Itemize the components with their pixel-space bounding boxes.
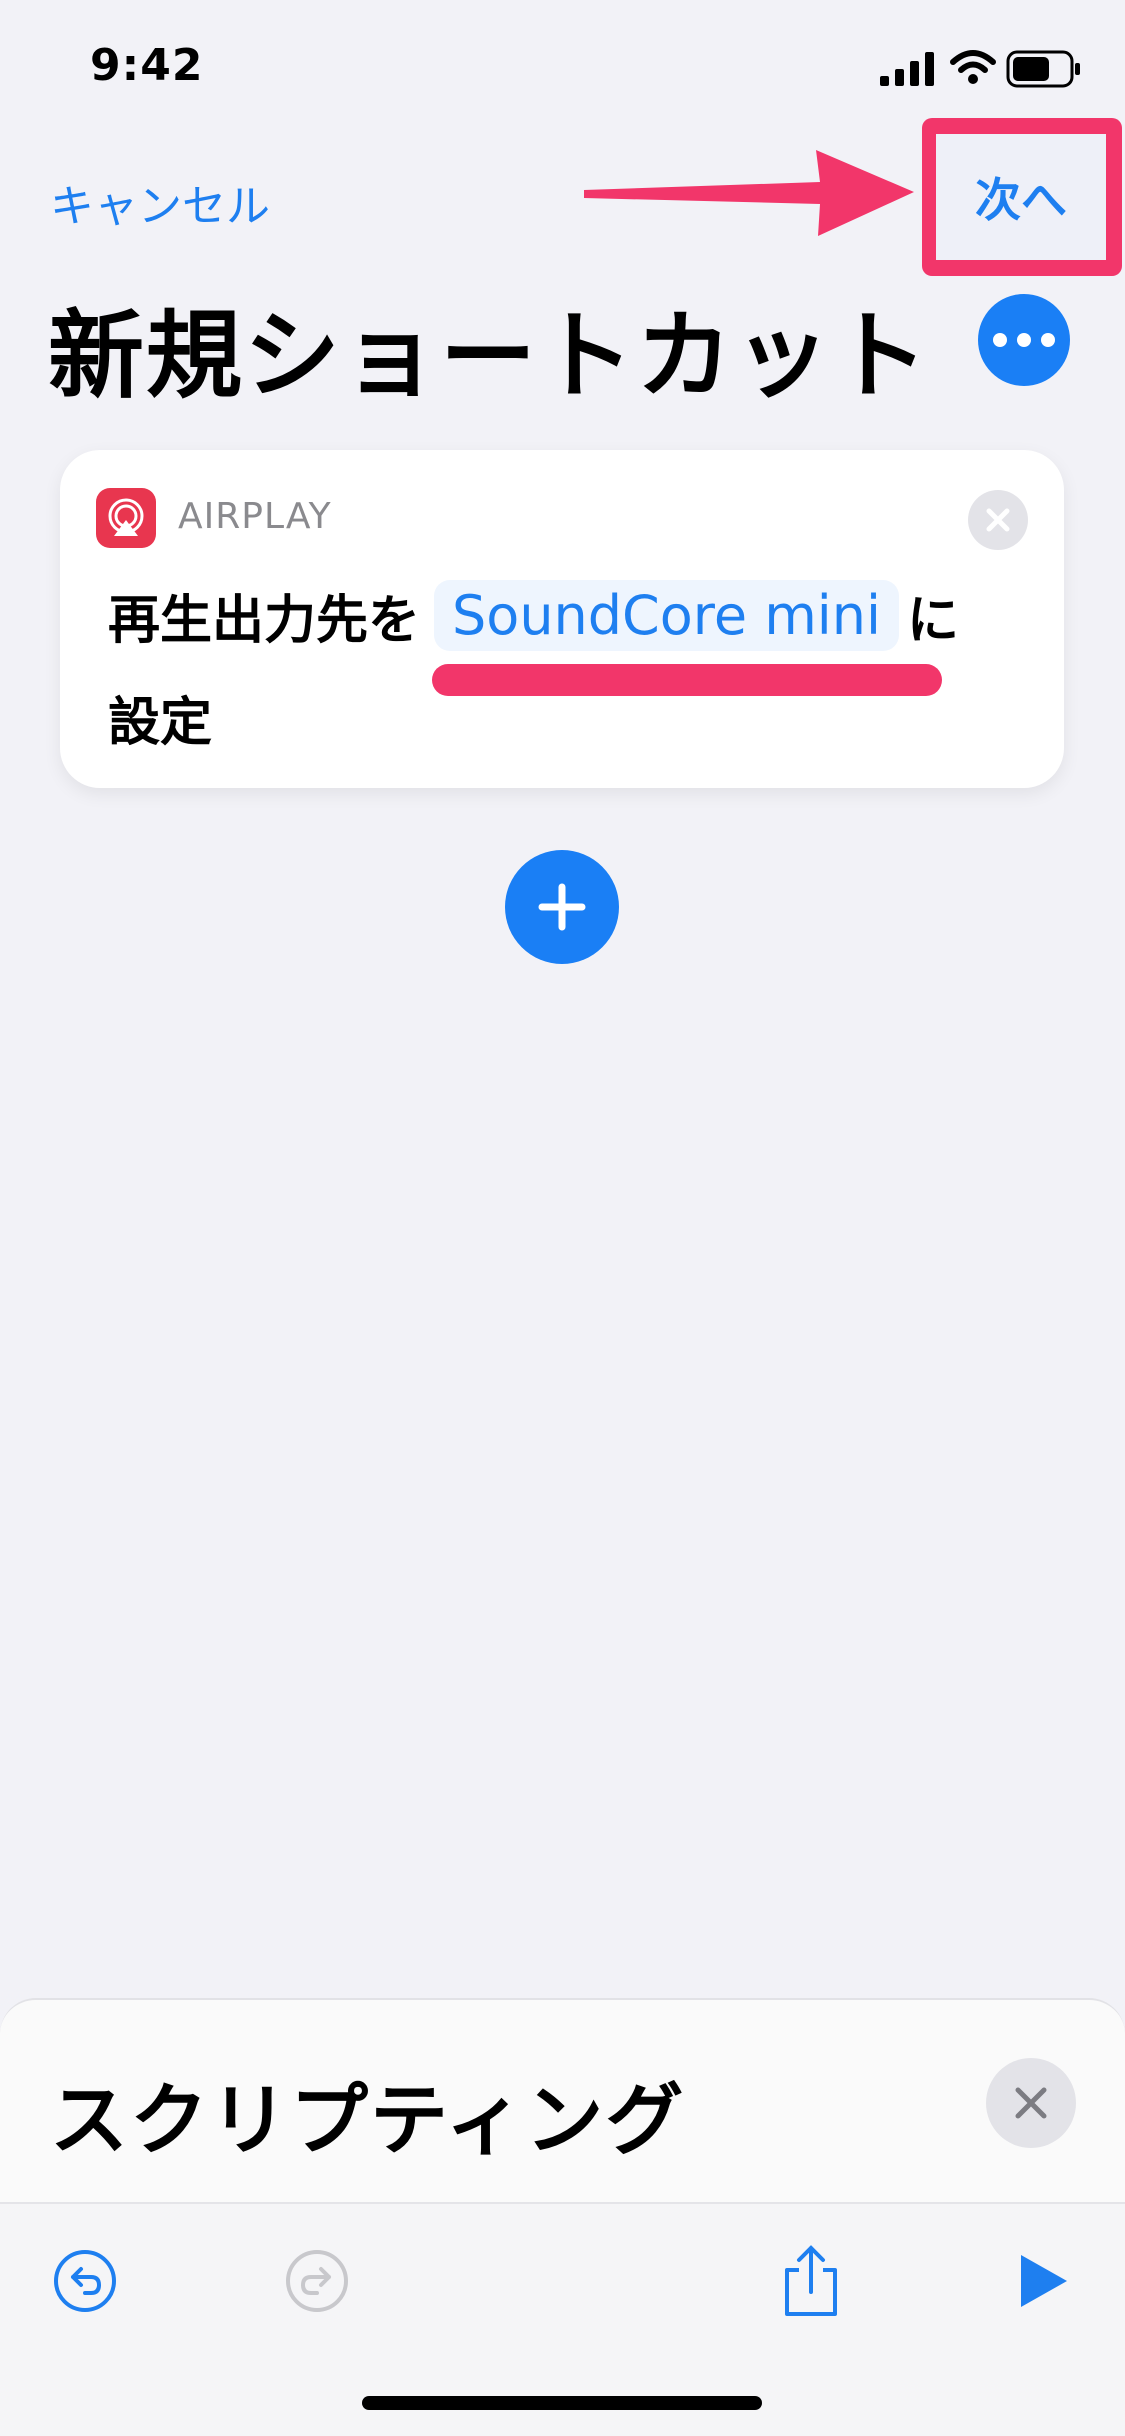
action-text-line2: 設定 [108,693,213,753]
airplay-icon [96,488,156,548]
page-title: 新規ショートカット [48,300,930,412]
action-text-before: 再生出力先を [108,591,421,651]
app-label: AIRPLAY [178,496,332,537]
output-device-parameter[interactable]: SoundCore mini [434,580,900,651]
status-time: 9:42 [90,40,204,91]
battery-icon [1006,50,1080,88]
plus-icon[interactable] [505,850,619,964]
home-indicator [362,2396,762,2410]
more-icon[interactable] [978,294,1070,386]
sheet-title: スクリプティング [50,2076,686,2166]
play-icon[interactable] [998,2236,1088,2326]
action-text-line1: 再生出力先を SoundCore mini に [108,578,959,653]
share-icon[interactable] [766,2236,856,2326]
redo-icon[interactable] [272,2236,362,2326]
cancel-button[interactable]: キャンセル [50,170,270,234]
action-card[interactable]: AIRPLAY 再生出力先を SoundCore mini に 設定 [60,450,1064,788]
bottom-sheet: スクリプティング [0,1998,1125,2436]
undo-icon[interactable] [40,2236,130,2326]
sheet-close-icon[interactable] [986,2058,1076,2148]
annotation-arrow [584,150,914,236]
signal-icon [880,52,934,86]
next-button[interactable]: 次へ [936,134,1106,260]
action-text-after: に [907,591,960,651]
annotation-underline [432,664,942,696]
wifi-icon [950,50,996,84]
screen: 9:42 キャンセル 次へ 新規ショートカット AIRPLAY 再生出力先を S… [0,0,1125,2436]
close-icon[interactable] [968,490,1028,550]
